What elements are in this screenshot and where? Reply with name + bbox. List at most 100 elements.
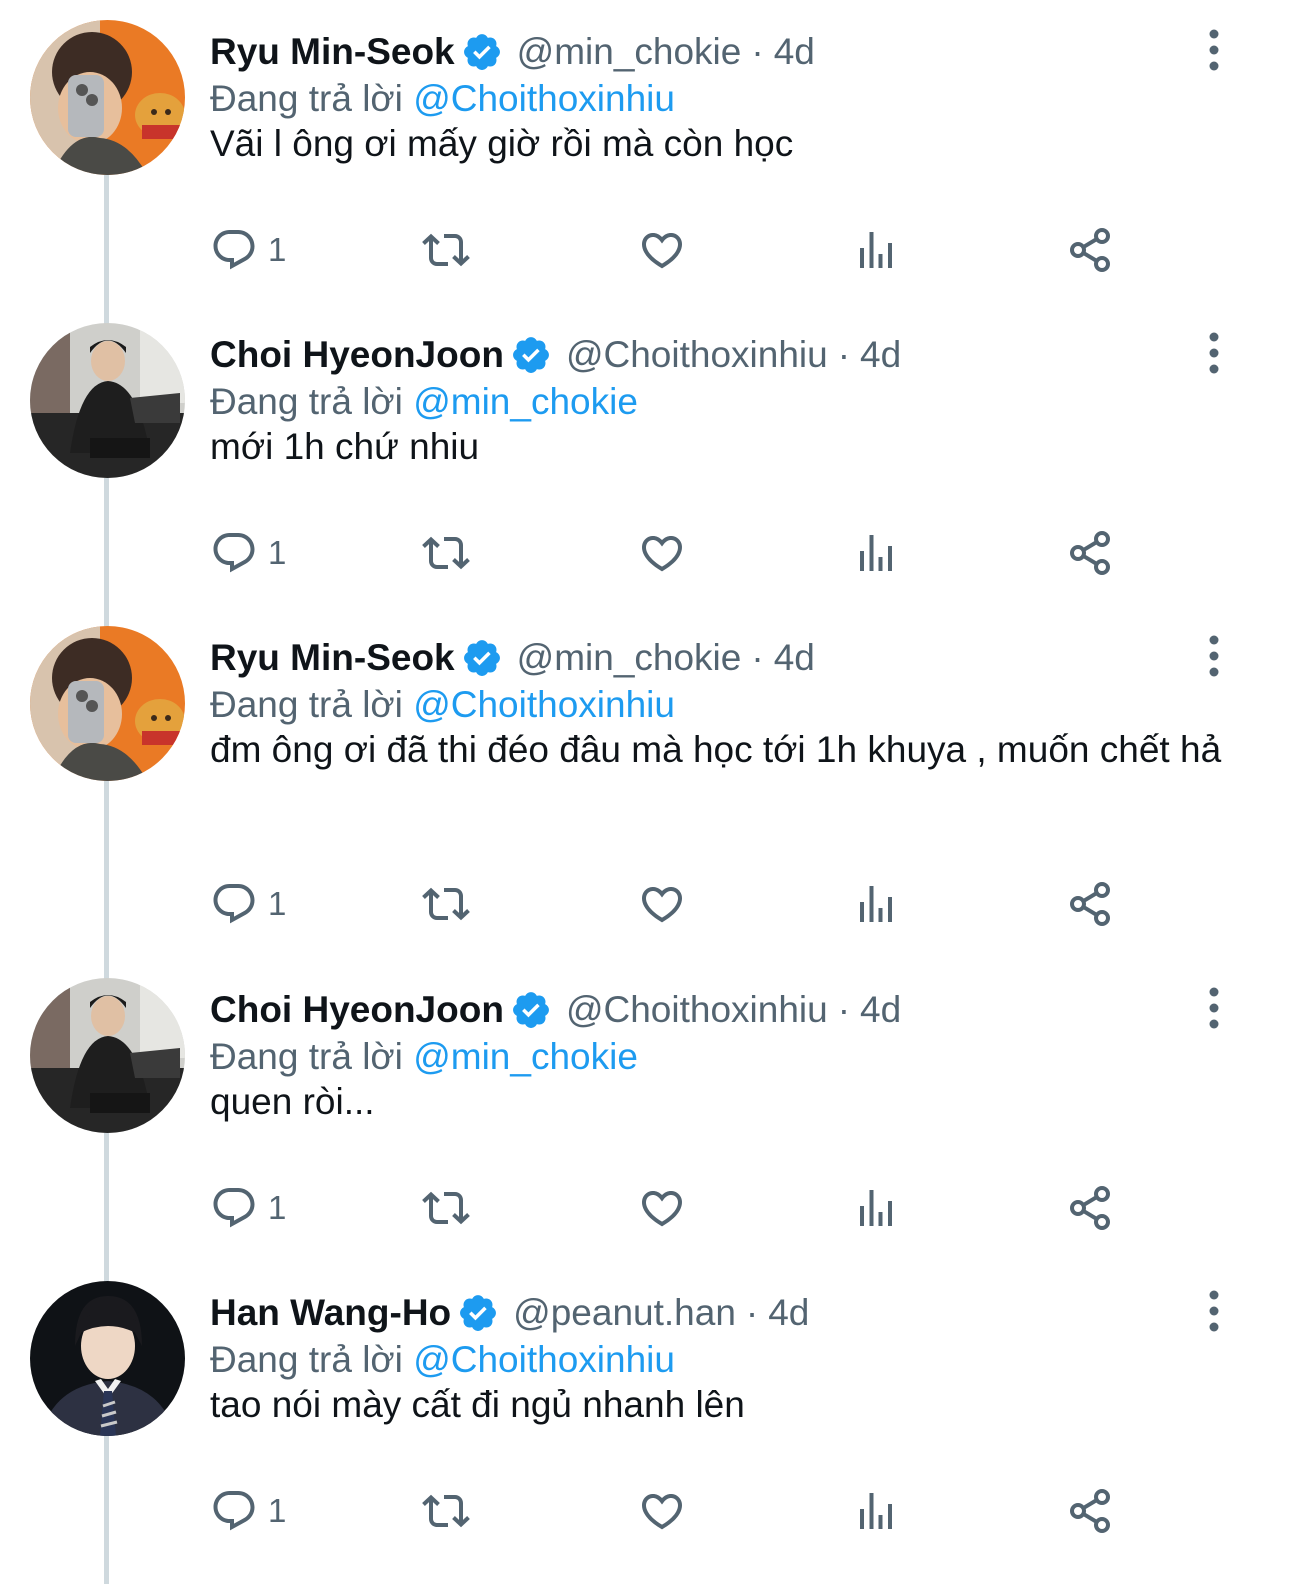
tweet-header: Choi HyeonJoon @Choithoxinhiu · 4d	[210, 986, 901, 1034]
views-button[interactable]	[852, 1183, 900, 1233]
timestamp[interactable]: 4d	[774, 31, 815, 73]
retweet-button[interactable]	[422, 528, 470, 578]
reply-count: 1	[268, 231, 287, 268]
timestamp[interactable]: 4d	[774, 637, 815, 679]
heart-icon	[641, 1494, 683, 1530]
tweet-text: tao nói mày cất đi ngủ nhanh lên	[210, 1384, 745, 1425]
reply-icon	[213, 1188, 255, 1228]
share-button[interactable]	[1066, 225, 1114, 275]
like-button[interactable]	[638, 1183, 686, 1233]
avatar[interactable]	[30, 1281, 185, 1436]
replying-to-mention[interactable]: @Choithoxinhiu	[413, 1339, 675, 1380]
tweet-text: mới 1h chứ nhiu	[210, 426, 480, 467]
replying-to: Đang trả lời @min_chokie	[210, 381, 638, 423]
tweet-header: Ryu Min-Seok @min_chokie · 4d	[210, 28, 815, 76]
avatar[interactable]	[30, 978, 185, 1133]
replying-to-mention[interactable]: @Choithoxinhiu	[413, 684, 675, 725]
more-vertical-icon[interactable]	[1199, 986, 1229, 1030]
dot-separator: ·	[751, 637, 764, 678]
reply-button[interactable]: 1	[210, 1486, 286, 1536]
author-handle[interactable]: @Choithoxinhiu	[566, 989, 828, 1031]
verified-badge-icon	[463, 640, 500, 676]
replying-to-label: Đang trả lời	[210, 684, 403, 725]
profile-photo	[30, 1281, 185, 1436]
views-button[interactable]	[852, 879, 900, 929]
avatar[interactable]	[30, 20, 185, 175]
retweet-icon	[422, 1191, 470, 1225]
replying-to-label: Đang trả lời	[210, 78, 403, 119]
reply-count: 1	[268, 534, 287, 571]
retweet-icon	[422, 233, 470, 267]
reply-thread: Ryu Min-Seok @min_chokie · 4d Đang trả l…	[0, 0, 1290, 1584]
more-vertical-icon[interactable]	[1199, 1289, 1229, 1333]
retweet-icon	[422, 1494, 470, 1528]
share-button[interactable]	[1066, 879, 1114, 929]
views-button[interactable]	[852, 1486, 900, 1536]
author-handle[interactable]: @peanut.han	[513, 1292, 736, 1334]
reply-button[interactable]: 1	[210, 528, 286, 578]
like-button[interactable]	[638, 879, 686, 929]
heart-icon	[641, 887, 683, 923]
author-name[interactable]: Ryu Min-Seok	[210, 637, 455, 679]
tweet[interactable]: Ryu Min-Seok @min_chokie · 4d Đang trả l…	[0, 606, 1290, 958]
author-name[interactable]: Han Wang-Ho	[210, 1292, 451, 1334]
share-button[interactable]	[1066, 1183, 1114, 1233]
more-vertical-icon[interactable]	[1199, 331, 1229, 375]
author-name[interactable]: Choi HyeonJoon	[210, 334, 504, 376]
views-button[interactable]	[852, 528, 900, 578]
timestamp[interactable]: 4d	[860, 334, 901, 376]
timestamp[interactable]: 4d	[860, 989, 901, 1031]
retweet-icon	[422, 536, 470, 570]
reply-count: 1	[268, 1189, 287, 1226]
tweet-text: quen ròi...	[210, 1081, 375, 1122]
reply-button[interactable]: 1	[210, 879, 286, 929]
replying-to-mention[interactable]: @min_chokie	[413, 381, 638, 422]
share-icon	[1070, 1489, 1110, 1533]
more-vertical-icon[interactable]	[1199, 634, 1229, 678]
avatar[interactable]	[30, 626, 185, 781]
dot-separator: ·	[745, 1292, 759, 1333]
tweet[interactable]: Ryu Min-Seok @min_chokie · 4d Đang trả l…	[0, 0, 1290, 303]
replying-to-mention[interactable]: @min_chokie	[413, 1036, 638, 1077]
author-name[interactable]: Ryu Min-Seok	[210, 31, 455, 73]
replying-to: Đang trả lời @Choithoxinhiu	[210, 684, 675, 726]
retweet-button[interactable]	[422, 225, 470, 275]
tweet[interactable]: Choi HyeonJoon @Choithoxinhiu · 4d Đang …	[0, 958, 1290, 1261]
tweet-actions: 1	[210, 1183, 1130, 1233]
views-icon	[860, 232, 892, 268]
retweet-button[interactable]	[422, 1183, 470, 1233]
author-handle[interactable]: @Choithoxinhiu	[566, 334, 828, 376]
replying-to-label: Đang trả lời	[210, 381, 403, 422]
verified-badge-icon	[463, 34, 500, 70]
reply-button[interactable]: 1	[210, 1183, 286, 1233]
share-button[interactable]	[1066, 1486, 1114, 1536]
views-icon	[860, 1190, 892, 1226]
views-icon	[860, 535, 892, 571]
author-handle[interactable]: @min_chokie	[517, 637, 742, 679]
avatar[interactable]	[30, 323, 185, 478]
retweet-button[interactable]	[422, 1486, 470, 1536]
tweet[interactable]: Choi HyeonJoon @Choithoxinhiu · 4d Đang …	[0, 303, 1290, 606]
like-button[interactable]	[638, 225, 686, 275]
timestamp[interactable]: 4d	[768, 1292, 809, 1334]
author-name[interactable]: Choi HyeonJoon	[210, 989, 504, 1031]
tweet[interactable]: Han Wang-Ho @peanut.han · 4d Đang trả lờ…	[0, 1261, 1290, 1584]
reply-button[interactable]: 1	[210, 225, 286, 275]
retweet-icon	[422, 887, 470, 921]
share-button[interactable]	[1066, 528, 1114, 578]
dot-separator: ·	[837, 334, 851, 375]
tweet-actions: 1	[210, 225, 1130, 275]
like-button[interactable]	[638, 1486, 686, 1536]
profile-photo	[30, 20, 185, 175]
author-handle[interactable]: @min_chokie	[517, 31, 742, 73]
views-button[interactable]	[852, 225, 900, 275]
retweet-button[interactable]	[422, 879, 470, 929]
reply-icon	[213, 533, 255, 573]
verified-badge-icon	[513, 992, 549, 1028]
more-vertical-icon[interactable]	[1199, 28, 1229, 72]
replying-to-mention[interactable]: @Choithoxinhiu	[413, 78, 675, 119]
dot-separator: ·	[751, 31, 764, 72]
like-button[interactable]	[638, 528, 686, 578]
views-icon	[860, 886, 892, 922]
reply-icon	[213, 884, 255, 924]
